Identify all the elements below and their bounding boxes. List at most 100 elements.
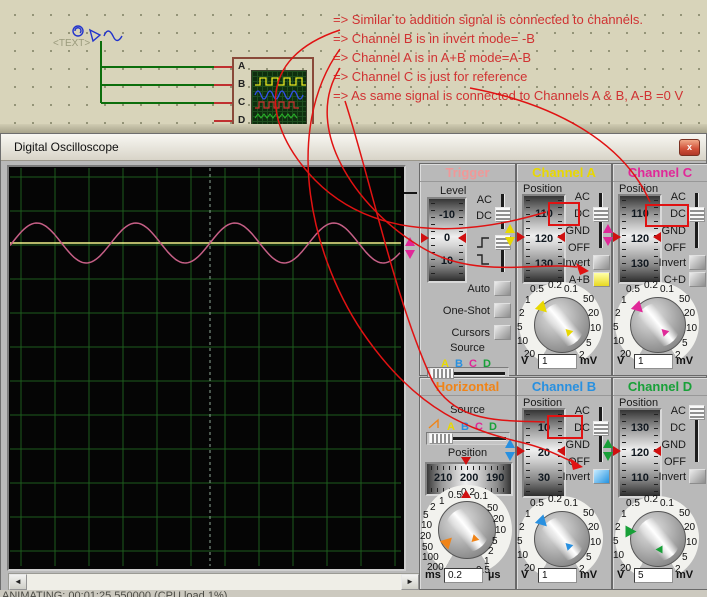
- knob-scale-label: 10: [613, 550, 625, 561]
- component-pin[interactable]: [214, 66, 232, 122]
- channel-c-gain-input[interactable]: [634, 354, 673, 369]
- h-pos-tick: 200: [460, 472, 479, 484]
- channel-c-title: Channel C: [613, 165, 707, 182]
- channel-d-gain-pointer: [625, 525, 637, 538]
- knob-scale-label: 0.5: [530, 498, 544, 509]
- pin-label-a: A: [238, 61, 246, 72]
- channel-d-title: Channel D: [613, 379, 707, 396]
- level-marker-right: [458, 233, 466, 243]
- channel-a-invert-button[interactable]: [593, 255, 610, 270]
- channel-c-trace-arrow[interactable]: [405, 237, 415, 259]
- schematic-canvas[interactable]: <TEXT> A B C D => Similar to addition si…: [0, 0, 707, 133]
- knob-scale-label: 0.1: [660, 498, 674, 509]
- channel-b-coupling-slider[interactable]: [593, 421, 609, 436]
- channel-a-gain-input[interactable]: [538, 354, 577, 369]
- window-titlebar[interactable]: Digital Oscilloscope x: [1, 134, 706, 161]
- channel-d-invert-button[interactable]: [689, 469, 706, 484]
- knob-scale-label: 20: [420, 531, 432, 542]
- knob-scale-label: 0.5: [626, 498, 640, 509]
- off-label: OFF: [664, 242, 686, 254]
- knob-scale-label: 20: [684, 308, 696, 319]
- knob-scale-label: 10: [517, 336, 529, 347]
- channel-d-panel: Channel D Position 130 120 110 AC DC GND…: [612, 377, 707, 590]
- knob-scale-label: 50: [583, 508, 595, 519]
- timebase-value-input[interactable]: [444, 568, 483, 583]
- channel-d-coupling-slider[interactable]: [689, 405, 705, 420]
- channel-b-gain-input[interactable]: [538, 568, 577, 583]
- channel-a-invert-label: Invert: [562, 257, 590, 269]
- channel-d-gain-input[interactable]: [634, 568, 673, 583]
- knob-scale-label: 2: [430, 502, 436, 513]
- v-unit-label: V: [521, 569, 529, 581]
- knob-scale-label: 10: [495, 525, 507, 536]
- channel-c-position-arrow[interactable]: [603, 224, 613, 246]
- channel-b-title: Channel B: [517, 379, 611, 396]
- annotation-line-5: => As same signal is connected to Channe…: [333, 88, 684, 103]
- window-top-shadow: [0, 124, 707, 133]
- signal-generator-icon[interactable]: [72, 25, 123, 43]
- knob-scale-label: 10: [686, 323, 698, 334]
- channel-b-position-arrow[interactable]: [505, 439, 515, 461]
- knob-scale-label: 10: [686, 537, 698, 548]
- ms-unit-label: ms: [425, 569, 441, 581]
- annotation-line-4: => Channel C is just for reference: [333, 69, 528, 84]
- trigger-panel: Trigger Level -10 0 10 AC DC Auto One-Sh…: [419, 163, 516, 380]
- trigger-level-tick: [404, 192, 417, 194]
- cursors-button[interactable]: [494, 325, 511, 340]
- channel-a-position-arrow[interactable]: [505, 224, 515, 246]
- mv-unit-label: mV: [580, 569, 598, 581]
- trigger-source-label: Source: [450, 342, 485, 354]
- proteus-workspace: <TEXT> A B C D => Similar to addition si…: [0, 0, 707, 597]
- trigger-title: Trigger: [420, 165, 515, 182]
- knob-scale-label: 1: [621, 295, 627, 306]
- channel-c-invert-button[interactable]: [689, 255, 706, 270]
- channel-d-position-arrow[interactable]: [603, 439, 613, 461]
- status-bar: ANIMATING: 00:01:25.550000 (CPU load 1%): [0, 590, 707, 597]
- scope-h-scrollbar[interactable]: ◄ ►: [8, 573, 420, 591]
- one-shot-button[interactable]: [494, 303, 511, 318]
- knob-scale-label: 20: [493, 514, 505, 525]
- ac-label: AC: [670, 191, 686, 203]
- channel-a-aplusb-button[interactable]: [593, 272, 610, 287]
- scope-screen[interactable]: [10, 168, 401, 566]
- knob-scale-label: 5: [613, 536, 619, 547]
- scope-waveform-display: [10, 168, 401, 566]
- auto-button[interactable]: [494, 281, 511, 296]
- knob-scale-label: 5: [682, 338, 688, 349]
- knob-scale-label: 0.2: [644, 494, 658, 505]
- channel-d-gain-knob[interactable]: [630, 511, 686, 567]
- scroll-left-button[interactable]: ◄: [9, 574, 27, 590]
- close-button[interactable]: x: [679, 139, 700, 156]
- channel-b-invert-button[interactable]: [593, 469, 610, 484]
- knob-scale-label: 10: [421, 520, 433, 531]
- knob-scale-label: 10: [613, 336, 625, 347]
- dc-label: DC: [670, 422, 686, 434]
- knob-scale-label: 2: [519, 308, 525, 319]
- knob-scale-label: 1: [525, 295, 531, 306]
- channel-c-coupling-slider[interactable]: [689, 207, 705, 222]
- trigger-coupling-slider[interactable]: [495, 207, 511, 222]
- trigger-dc-label: DC: [476, 210, 492, 222]
- knob-scale-label: 0.1: [474, 491, 488, 502]
- scroll-right-button[interactable]: ►: [401, 574, 419, 590]
- knob-scale-label: 20: [684, 522, 696, 533]
- knob-scale-label: 0.1: [564, 284, 578, 295]
- annotation-line-2: => Channel B is in invert mode= -B: [333, 31, 535, 46]
- trigger-ac-label: AC: [476, 194, 492, 206]
- horizontal-source-slider[interactable]: [426, 432, 510, 445]
- pos-marker-left: [613, 446, 621, 456]
- channel-d-knob-mark: [655, 545, 663, 554]
- channel-c-cplusd-button[interactable]: [689, 272, 706, 287]
- window-title: Digital Oscilloscope: [14, 140, 119, 154]
- h-pos-tick: 210: [434, 472, 453, 484]
- channel-a-coupling-slider[interactable]: [593, 207, 609, 222]
- h-pos-tick: 190: [486, 472, 505, 484]
- knob-scale-label: 0.5: [626, 284, 640, 295]
- component-screen-preview: [251, 70, 307, 128]
- knob-scale-label: 2: [519, 522, 525, 533]
- knob-scale-label: 20: [588, 522, 600, 533]
- knob-scale-label: 5: [586, 552, 592, 563]
- knob-scale-label: 5: [613, 322, 619, 333]
- wire[interactable]: [100, 41, 215, 104]
- channel-c-invert-label: Invert: [658, 257, 686, 269]
